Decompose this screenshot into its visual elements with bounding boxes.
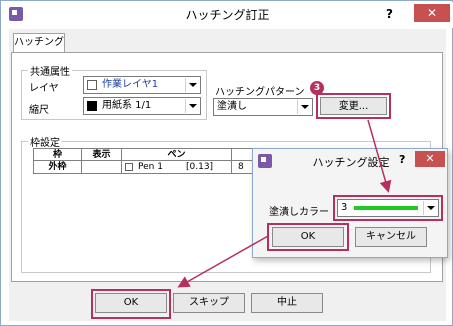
callout-arrows	[177, 119, 392, 288]
arrow-to-ok-button	[177, 235, 269, 288]
arrow-to-fill-color	[367, 119, 392, 193]
